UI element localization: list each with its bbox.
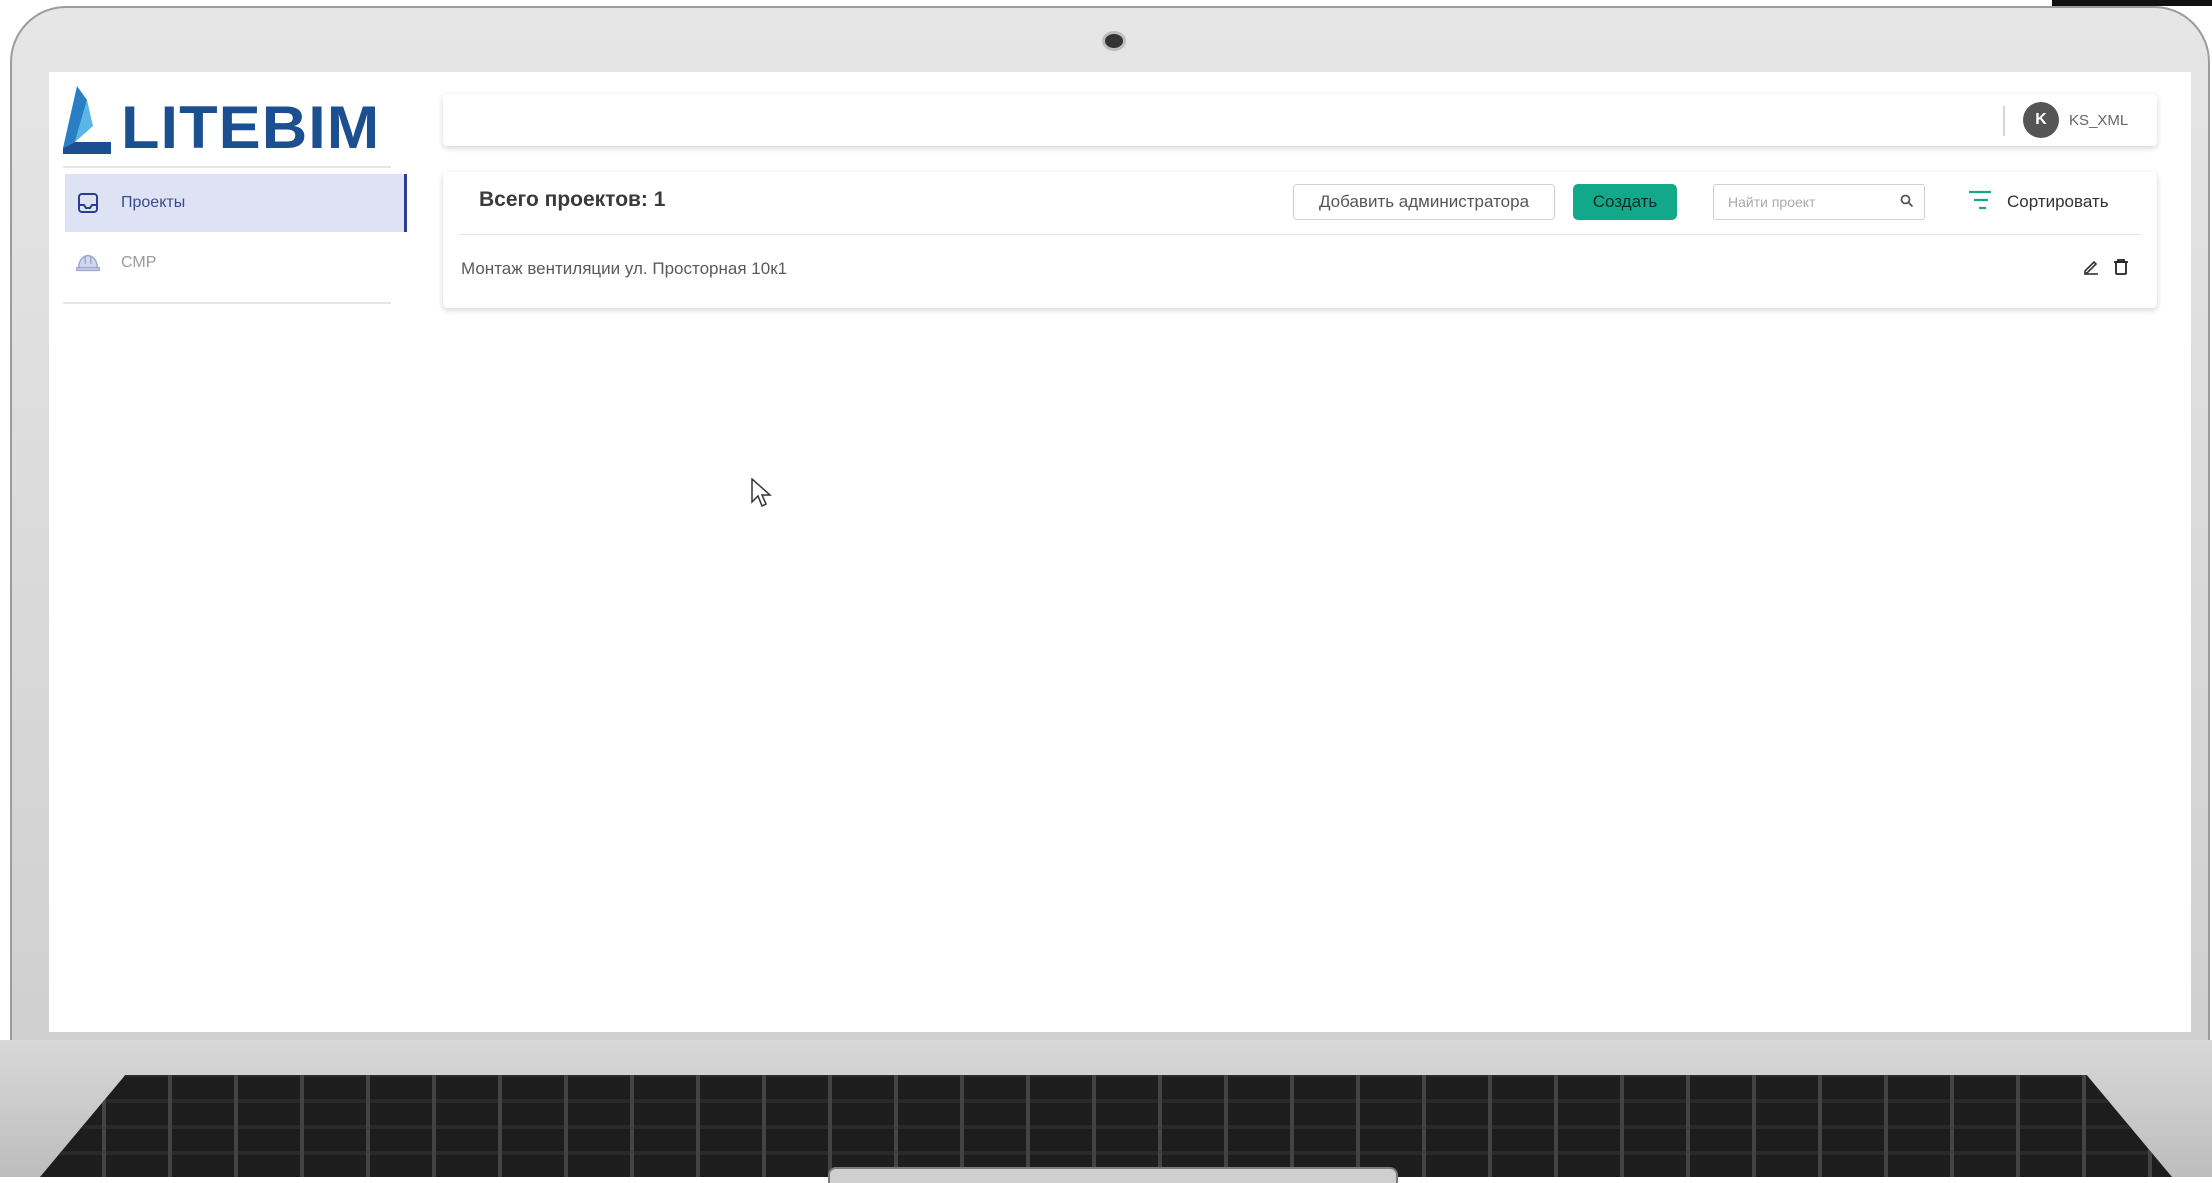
project-name[interactable]: Монтаж вентиляции ул. Просторная 10к1 bbox=[461, 259, 787, 279]
sidebar-divider bbox=[63, 302, 391, 304]
inbox-icon bbox=[75, 190, 101, 216]
table-row[interactable]: Монтаж вентиляции ул. Просторная 10к1 bbox=[443, 235, 2157, 305]
keyboard bbox=[40, 1075, 2172, 1177]
hard-hat-icon bbox=[75, 250, 101, 276]
sort-label: Сортировать bbox=[2007, 192, 2109, 211]
mouse-cursor-icon bbox=[751, 477, 773, 513]
sidebar-item-label: СМР bbox=[121, 254, 157, 271]
avatar[interactable]: K bbox=[2023, 102, 2059, 138]
sort-icon bbox=[1967, 189, 1993, 216]
search-icon[interactable] bbox=[1900, 194, 1914, 211]
webcam-icon bbox=[1102, 31, 1126, 51]
sidebar-item-projects[interactable]: Проекты bbox=[65, 174, 407, 232]
corner-mark bbox=[2052, 0, 2212, 6]
projects-panel: Всего проектов: 1 Добавить администратор… bbox=[443, 172, 2157, 308]
edit-icon[interactable] bbox=[2081, 257, 2101, 277]
trackpad bbox=[828, 1167, 1398, 1183]
sort-button[interactable]: Сортировать bbox=[1967, 184, 2109, 220]
app-logo: LITEBIM bbox=[63, 86, 379, 158]
search-input[interactable] bbox=[1726, 193, 1890, 211]
username[interactable]: KS_XML bbox=[2069, 112, 2128, 129]
sidebar-divider bbox=[63, 166, 391, 168]
topbar-divider bbox=[2003, 106, 2005, 136]
top-bar: K KS_XML bbox=[443, 94, 2157, 146]
app-screen: LITEBIM Проекты СМР K KS_XML Всего проек bbox=[49, 72, 2191, 1032]
create-button[interactable]: Создать bbox=[1573, 184, 1677, 220]
logo-mark-icon bbox=[63, 86, 111, 154]
sidebar-item-label: Проекты bbox=[121, 194, 186, 211]
add-admin-button[interactable]: Добавить администратора bbox=[1293, 184, 1555, 220]
page-title: Всего проектов: 1 bbox=[479, 188, 666, 211]
row-actions bbox=[2081, 257, 2131, 277]
sidebar-item-smr[interactable]: СМР bbox=[65, 234, 407, 292]
logo-text: LITEBIM bbox=[121, 94, 381, 161]
search-box bbox=[1713, 184, 1925, 220]
trash-icon[interactable] bbox=[2111, 257, 2131, 277]
